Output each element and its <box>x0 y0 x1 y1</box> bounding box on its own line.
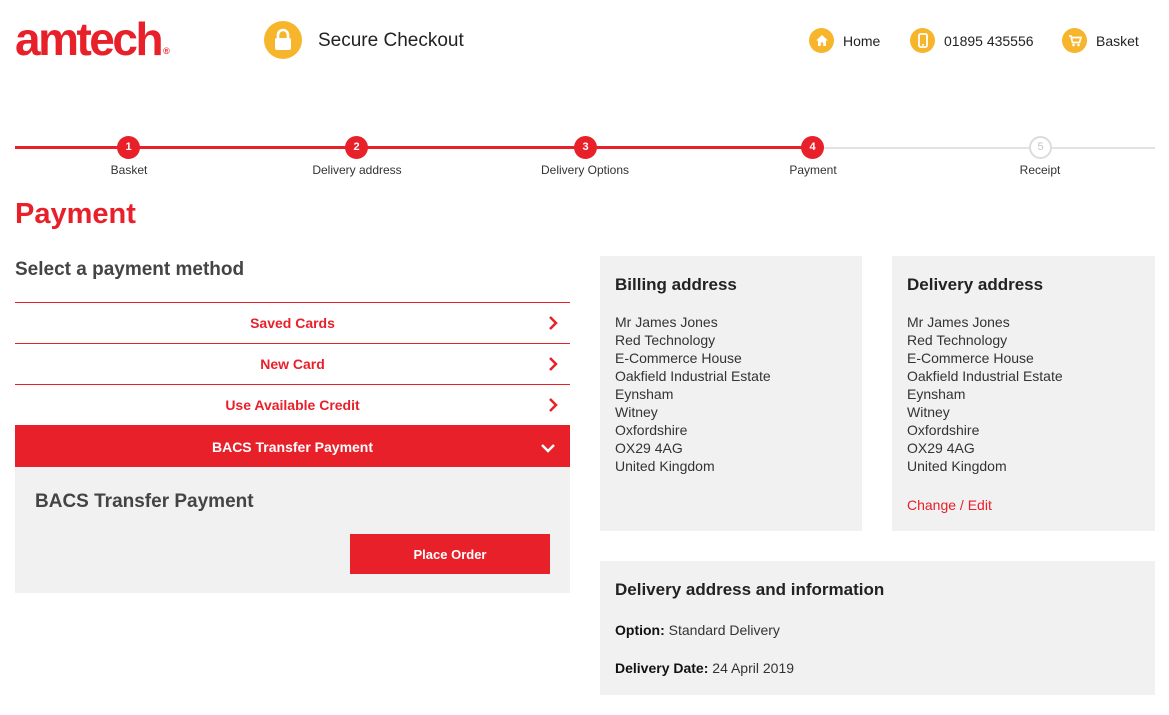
delivery-option-row: Option: Standard Delivery <box>615 622 780 638</box>
place-order-button[interactable]: Place Order <box>350 534 550 574</box>
step-basket-number[interactable]: 1 <box>117 136 140 159</box>
step-receipt-number: 5 <box>1029 136 1052 159</box>
payment-method-list: Saved Cards New Card Use Available Credi… <box>15 302 570 593</box>
step-delivery-address-number[interactable]: 2 <box>345 136 368 159</box>
address-line: Oxfordshire <box>907 422 980 438</box>
address-line: Oakfield Industrial Estate <box>615 368 771 384</box>
lock-icon <box>264 21 302 59</box>
saved-cards-label: Saved Cards <box>250 315 335 331</box>
delivery-address-title: Delivery address <box>907 275 1044 294</box>
amtech-logo[interactable]: amtech ® <box>15 14 170 76</box>
step-receipt-label: Receipt <box>1019 163 1061 177</box>
address-line: Witney <box>907 404 950 420</box>
chevron-down-icon <box>541 444 555 453</box>
page-title: Payment <box>15 198 136 230</box>
home-link[interactable]: Home <box>809 28 880 53</box>
delivery-address-card: Delivery address Mr James Jones Red Tech… <box>892 256 1155 531</box>
step-delivery-options-label: Delivery Options <box>540 163 630 177</box>
step-payment-number: 4 <box>801 136 824 159</box>
delivery-date-label: Delivery Date: <box>615 660 709 676</box>
billing-address-title: Billing address <box>615 275 737 294</box>
address-line: OX29 4AG <box>907 440 975 456</box>
address-line: United Kingdom <box>615 458 715 474</box>
billing-address-card: Billing address Mr James Jones Red Techn… <box>600 256 862 531</box>
use-available-credit-option[interactable]: Use Available Credit <box>15 384 570 425</box>
bacs-transfer-panel: BACS Transfer Payment Place Order <box>15 467 570 593</box>
new-card-label: New Card <box>260 356 325 372</box>
address-line: E-Commerce House <box>907 350 1034 366</box>
logo-registered-mark: ® <box>163 46 170 56</box>
address-line: Red Technology <box>615 332 716 348</box>
billing-address-lines: Mr James Jones Red Technology E-Commerce… <box>615 313 771 475</box>
delivery-option-label: Option: <box>615 622 665 638</box>
bacs-transfer-label: BACS Transfer Payment <box>211 438 374 455</box>
home-link-label: Home <box>843 32 881 49</box>
address-line: Oakfield Industrial Estate <box>907 368 1063 384</box>
delivery-option-value: Standard Delivery <box>668 622 780 638</box>
address-line: Eynsham <box>907 386 966 402</box>
chevron-right-icon <box>549 398 558 412</box>
address-line: OX29 4AG <box>615 440 683 456</box>
address-line: Eynsham <box>615 386 674 402</box>
basket-link[interactable]: Basket <box>1062 28 1139 53</box>
step-payment-label: Payment <box>789 163 837 177</box>
use-available-credit-label: Use Available Credit <box>225 397 360 413</box>
chevron-right-icon <box>549 316 558 330</box>
step-delivery-options-number[interactable]: 3 <box>574 136 597 159</box>
bacs-panel-title: BACS Transfer Payment <box>35 491 254 512</box>
secure-checkout-label: Secure Checkout <box>318 30 464 51</box>
logo-text: amtech <box>15 13 164 65</box>
delivery-info-title: Delivery address and information <box>615 580 885 599</box>
address-line: Red Technology <box>907 332 1008 348</box>
basket-link-label: Basket <box>1096 32 1139 49</box>
delivery-address-lines: Mr James Jones Red Technology E-Commerce… <box>907 313 1063 475</box>
basket-icon <box>1062 28 1087 53</box>
saved-cards-option[interactable]: Saved Cards <box>15 302 570 343</box>
payment-method-heading: Select a payment method <box>15 259 245 280</box>
address-line: Mr James Jones <box>615 314 718 330</box>
progress-track-remaining <box>813 147 1155 149</box>
delivery-date-value: 24 April 2019 <box>712 660 795 676</box>
address-line: Mr James Jones <box>907 314 1010 330</box>
step-basket-label: Basket <box>110 163 148 177</box>
change-edit-link[interactable]: Change / Edit <box>907 497 992 513</box>
new-card-option[interactable]: New Card <box>15 343 570 384</box>
home-icon <box>809 28 834 53</box>
phone-number: 01895 435556 <box>944 32 1034 49</box>
phone-link[interactable]: 01895 435556 <box>910 28 1034 53</box>
address-line: Witney <box>615 404 658 420</box>
bacs-transfer-option[interactable]: BACS Transfer Payment <box>15 425 570 467</box>
address-line: E-Commerce House <box>615 350 742 366</box>
delivery-info-card: Delivery address and information Option:… <box>600 561 1155 695</box>
address-line: Oxfordshire <box>615 422 688 438</box>
phone-icon <box>910 28 935 53</box>
chevron-right-icon <box>549 357 558 371</box>
step-delivery-address-label: Delivery address <box>312 163 402 177</box>
delivery-date-row: Delivery Date: 24 April 2019 <box>615 660 794 676</box>
address-line: United Kingdom <box>907 458 1007 474</box>
